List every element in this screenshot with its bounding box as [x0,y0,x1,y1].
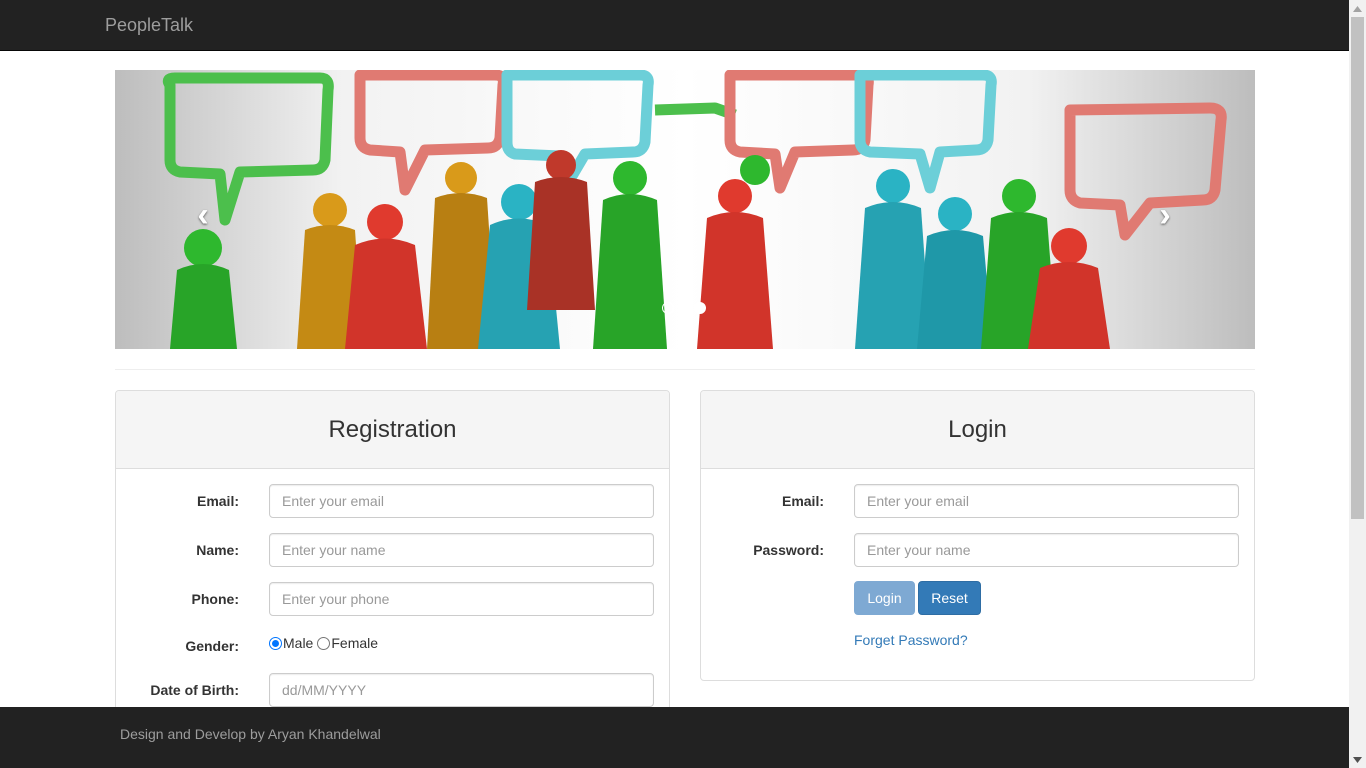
registration-dob-input[interactable] [269,673,654,707]
carousel-indicator[interactable] [678,302,690,314]
carousel-indicators [662,302,706,314]
registration-panel: Registration Email: Name: Phone: Gender:… [115,390,670,730]
login-email-input[interactable] [854,484,1239,518]
gender-female-label: Female [331,635,379,651]
name-label: Name: [196,542,239,558]
gender-male-label: Male [283,635,314,651]
carousel-prev-button[interactable]: ‹ [183,190,223,240]
password-label: Password: [753,542,824,558]
registration-name-row: Name: [116,533,671,567]
registration-phone-input[interactable] [269,582,654,616]
chevron-left-icon: ‹ [197,195,209,234]
registration-email-row: Email: [116,484,671,518]
login-password-input[interactable] [854,533,1239,567]
carousel-indicator[interactable] [662,302,674,314]
carousel-indicator-active[interactable] [694,302,706,314]
chevron-right-icon: › [1159,195,1171,234]
registration-title: Registration [328,415,457,443]
login-password-row: Password: [701,533,1256,567]
login-email-row: Email: [701,484,1256,518]
registration-email-input[interactable] [269,484,654,518]
footer-credit: Design and Develop by Aryan Khandelwal [120,726,381,742]
registration-panel-heading: Registration [116,391,669,469]
forgot-password-link[interactable]: Forget Password? [854,632,968,648]
carousel-next-button[interactable]: › [1145,190,1185,240]
gender-male-radio[interactable] [269,636,282,650]
login-panel-heading: Login [701,391,1254,469]
scrollbar-thumb[interactable] [1351,17,1364,519]
email-label: Email: [196,493,239,509]
brand-link[interactable]: PeopleTalk [105,14,193,36]
registration-dob-row: Date of Birth: [116,673,671,707]
login-panel: Login Email: Password: Login Reset Forge… [700,390,1255,681]
page-scrollbar[interactable] [1349,0,1366,768]
login-button[interactable]: Login [854,581,915,615]
login-email-label: Email: [781,493,824,509]
registration-gender-row: Gender: Male Female [116,633,671,657]
phone-label: Phone: [191,591,239,607]
reset-button[interactable]: Reset [918,581,981,615]
registration-name-input[interactable] [269,533,654,567]
gender-radio-group: Male Female [269,633,378,653]
image-carousel: ‹ › [115,70,1255,349]
registration-phone-row: Phone: [116,582,671,616]
top-navbar: PeopleTalk [0,0,1349,51]
gender-female-radio[interactable] [317,636,331,650]
gender-label: Gender: [185,638,239,654]
dob-label: Date of Birth: [150,682,239,698]
login-title: Login [948,415,1007,443]
scroll-down-icon[interactable] [1349,751,1366,768]
footer: Design and Develop by Aryan Khandelwal [0,707,1349,768]
scroll-up-icon[interactable] [1349,0,1366,17]
divider [115,369,1255,370]
